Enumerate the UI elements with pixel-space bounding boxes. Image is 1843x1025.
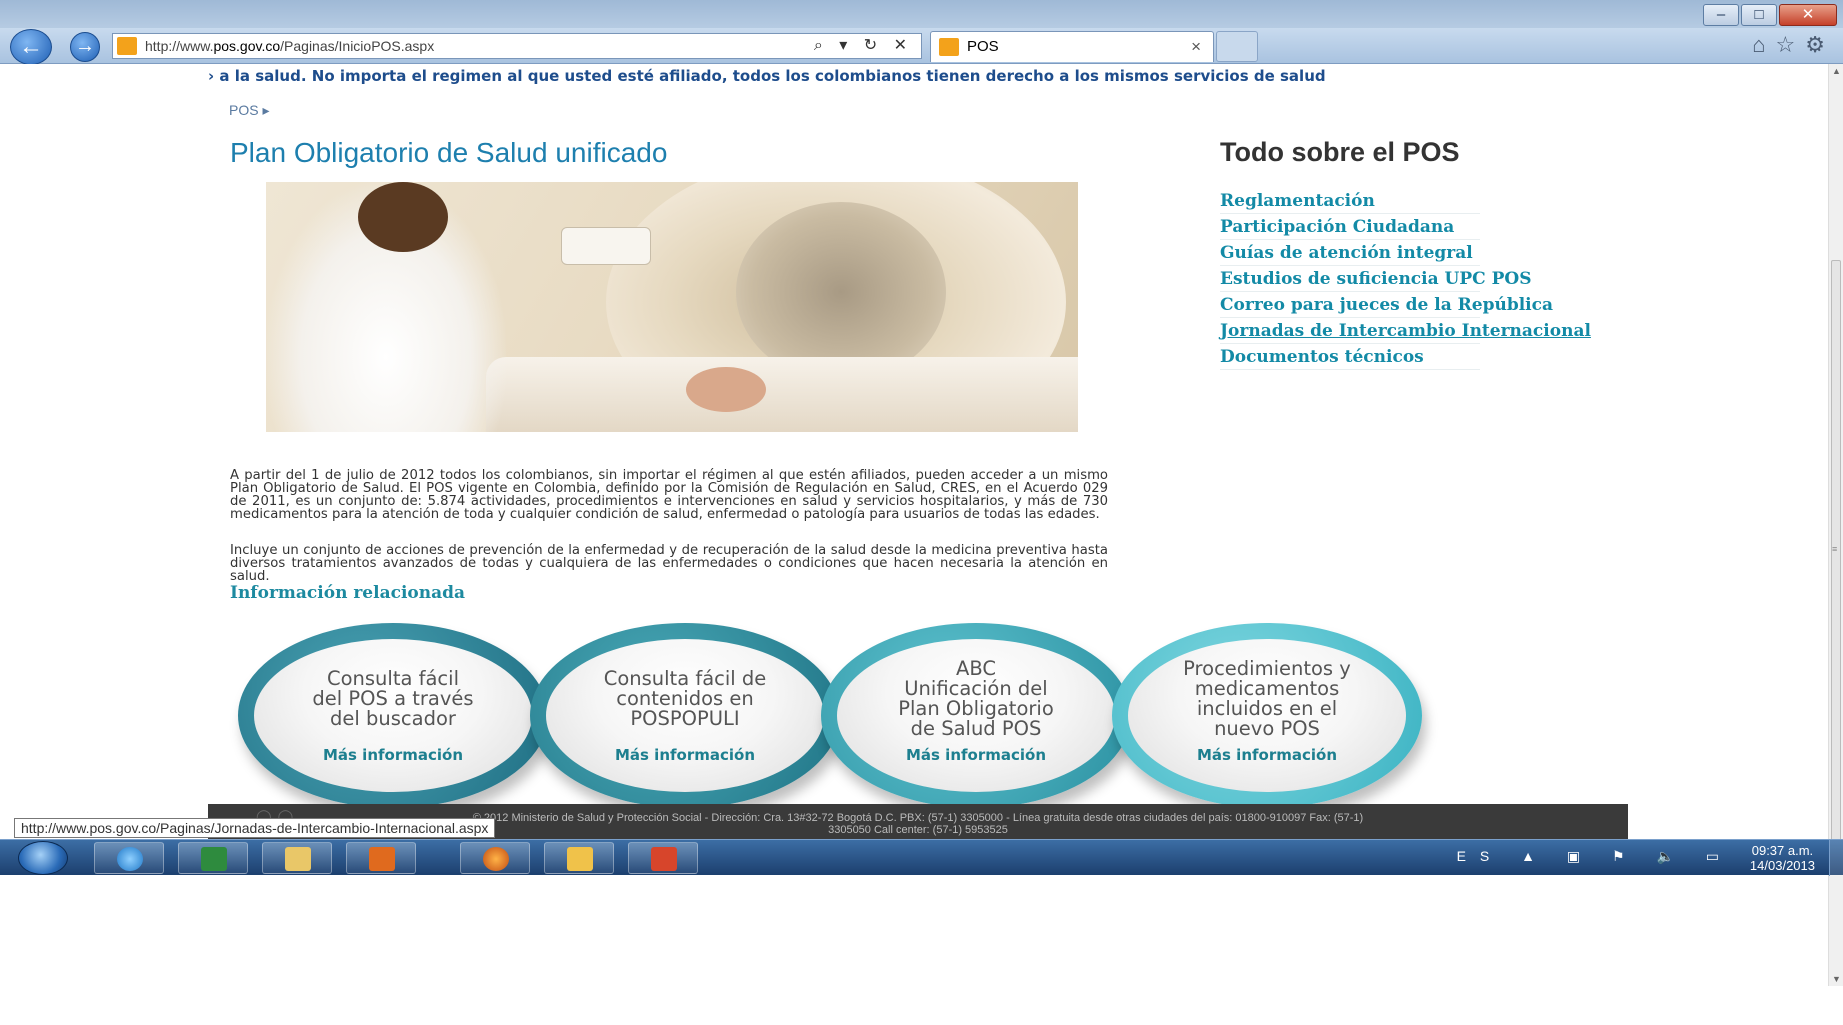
windows-taskbar: ES ▲ ▣ ⚑ 🔈 ▭ 09:37 a.m. 14/03/2013 xyxy=(0,839,1843,876)
media-player-icon xyxy=(369,847,395,871)
page-title: Plan Obligatorio de Salud unificado xyxy=(230,137,668,168)
circle-pospopuli[interactable]: Consulta fácil de contenidos en POSPOPUL… xyxy=(530,623,840,808)
forward-button[interactable]: → xyxy=(70,32,100,62)
excel-icon xyxy=(201,847,227,871)
circle-consulta-buscador[interactable]: Consulta fácil del POS a través del busc… xyxy=(238,623,548,808)
circle-title: Consulta fácil del POS a través del busc… xyxy=(312,667,474,730)
url-prefix: http://www. xyxy=(145,38,214,54)
scope-paragraph: Incluye un conjunto de acciones de preve… xyxy=(230,543,1108,584)
tab-favicon-icon xyxy=(939,38,959,56)
sidebar-link-participacion[interactable]: Participación Ciudadana xyxy=(1220,214,1480,240)
status-bar-url: http://www.pos.gov.co/Paginas/Jornadas-d… xyxy=(14,818,496,838)
circle-inner: Procedimientos y medicamentos incluidos … xyxy=(1128,639,1406,792)
minimize-button[interactable]: – xyxy=(1703,4,1739,26)
tab-pos[interactable]: POS × xyxy=(930,31,1214,62)
sidebar-link-jornadas[interactable]: Jornadas de Intercambio Internacional xyxy=(1220,318,1591,344)
firefox-icon xyxy=(483,847,509,871)
scanner-bore-shape xyxy=(736,202,946,382)
tab-title: POS xyxy=(967,38,999,55)
start-button[interactable] xyxy=(18,841,68,875)
clock-time: 09:37 a.m. xyxy=(1751,843,1814,858)
system-tray[interactable]: ES ▲ ▣ ⚑ 🔈 ▭ xyxy=(1457,848,1733,865)
clock-date: 14/03/2013 xyxy=(1749,858,1815,873)
sidebar-link-guias[interactable]: Guías de atención integral xyxy=(1220,240,1480,266)
taskbar-internet-explorer[interactable] xyxy=(94,842,164,874)
patient-shape xyxy=(686,367,766,412)
circle-title: ABC Unificación del Plan Obligatorio de … xyxy=(898,657,1054,740)
maximize-button[interactable]: □ xyxy=(1741,4,1777,26)
taskbar-explorer[interactable] xyxy=(262,842,332,874)
taskbar-media-player[interactable] xyxy=(346,842,416,874)
mail-icon xyxy=(567,847,593,871)
sidebar-link-estudios[interactable]: Estudios de suficiencia UPC POS xyxy=(1220,266,1531,292)
circle-title: Consulta fácil de contenidos en POSPOPUL… xyxy=(603,667,767,730)
circle-more-link[interactable]: Más información xyxy=(254,746,532,764)
close-window-button[interactable]: ✕ xyxy=(1779,4,1837,26)
sidebar-link-correo[interactable]: Correo para jueces de la República xyxy=(1220,292,1553,318)
taskbar-powerpoint[interactable] xyxy=(628,842,698,874)
language-indicator[interactable]: ES xyxy=(1457,848,1504,864)
home-favorites-tools-icon[interactable]: ⌂☆⚙ xyxy=(1752,32,1835,58)
intro-paragraph: A partir del 1 de julio de 2012 todos lo… xyxy=(230,468,1108,522)
site-favicon-icon xyxy=(117,37,137,55)
sidebar-link-reglamentacion[interactable]: Reglamentación xyxy=(1220,188,1480,214)
nurse-hair-shape xyxy=(358,182,448,252)
new-tab-button[interactable] xyxy=(1216,31,1258,62)
circle-inner: ABC Unificación del Plan Obligatorio de … xyxy=(837,639,1115,792)
folder-icon xyxy=(285,847,311,871)
scroll-up-icon[interactable]: ▲ xyxy=(1832,66,1841,76)
circle-more-link[interactable]: Más información xyxy=(837,746,1115,764)
scroll-grip-icon: ≡ xyxy=(1832,544,1838,554)
taskbar-firefox[interactable] xyxy=(460,842,530,874)
back-button[interactable]: ← xyxy=(10,29,52,65)
system-clock[interactable]: 09:37 a.m. 14/03/2013 xyxy=(1750,843,1815,873)
circle-more-link[interactable]: Más información xyxy=(1128,746,1406,764)
scroll-down-icon[interactable]: ▼ xyxy=(1832,974,1841,984)
breadcrumb[interactable]: POS ▸ xyxy=(229,102,269,119)
news-ticker: › a la salud. No importa el regimen al q… xyxy=(208,67,1326,85)
circle-inner: Consulta fácil del POS a través del busc… xyxy=(254,639,532,792)
sidebar-title: Todo sobre el POS xyxy=(1220,137,1460,167)
address-bar[interactable]: http://www.pos.gov.co/Paginas/InicioPOS.… xyxy=(112,33,922,59)
circle-more-link[interactable]: Más información xyxy=(546,746,824,764)
taskbar-outlook[interactable] xyxy=(544,842,614,874)
powerpoint-icon xyxy=(651,847,677,871)
url-domain: pos.gov.co xyxy=(213,38,281,54)
tab-close-icon[interactable]: × xyxy=(1191,32,1201,62)
browser-toolbar: ← → http://www.pos.gov.co/Paginas/Inicio… xyxy=(0,28,1843,65)
circle-abc-unificacion[interactable]: ABC Unificación del Plan Obligatorio de … xyxy=(821,623,1131,808)
internet-explorer-icon xyxy=(117,847,143,871)
sidebar-link-documentos[interactable]: Documentos técnicos xyxy=(1220,344,1480,370)
taskbar-excel[interactable] xyxy=(178,842,248,874)
url-path: /Paginas/InicioPOS.aspx xyxy=(280,38,435,54)
circle-inner: Consulta fácil de contenidos en POSPOPUL… xyxy=(546,639,824,792)
circle-procedimientos[interactable]: Procedimientos y medicamentos incluidos … xyxy=(1112,623,1422,808)
bed-shape xyxy=(486,357,1078,432)
circle-title: Procedimientos y medicamentos incluidos … xyxy=(1183,657,1351,740)
control-panel-shape xyxy=(561,227,651,265)
show-desktop-button[interactable] xyxy=(1829,840,1843,876)
window-controls: – □ ✕ xyxy=(1703,4,1837,26)
search-refresh-stop-icon[interactable]: ⌕ ▾ ↻ ✕ xyxy=(814,34,913,58)
hero-image xyxy=(266,182,1078,432)
feature-circles: Consulta fácil del POS a través del busc… xyxy=(238,623,1638,823)
related-info-heading: Información relacionada xyxy=(230,583,466,603)
sidebar-links: Reglamentación Participación Ciudadana G… xyxy=(1220,188,1591,370)
